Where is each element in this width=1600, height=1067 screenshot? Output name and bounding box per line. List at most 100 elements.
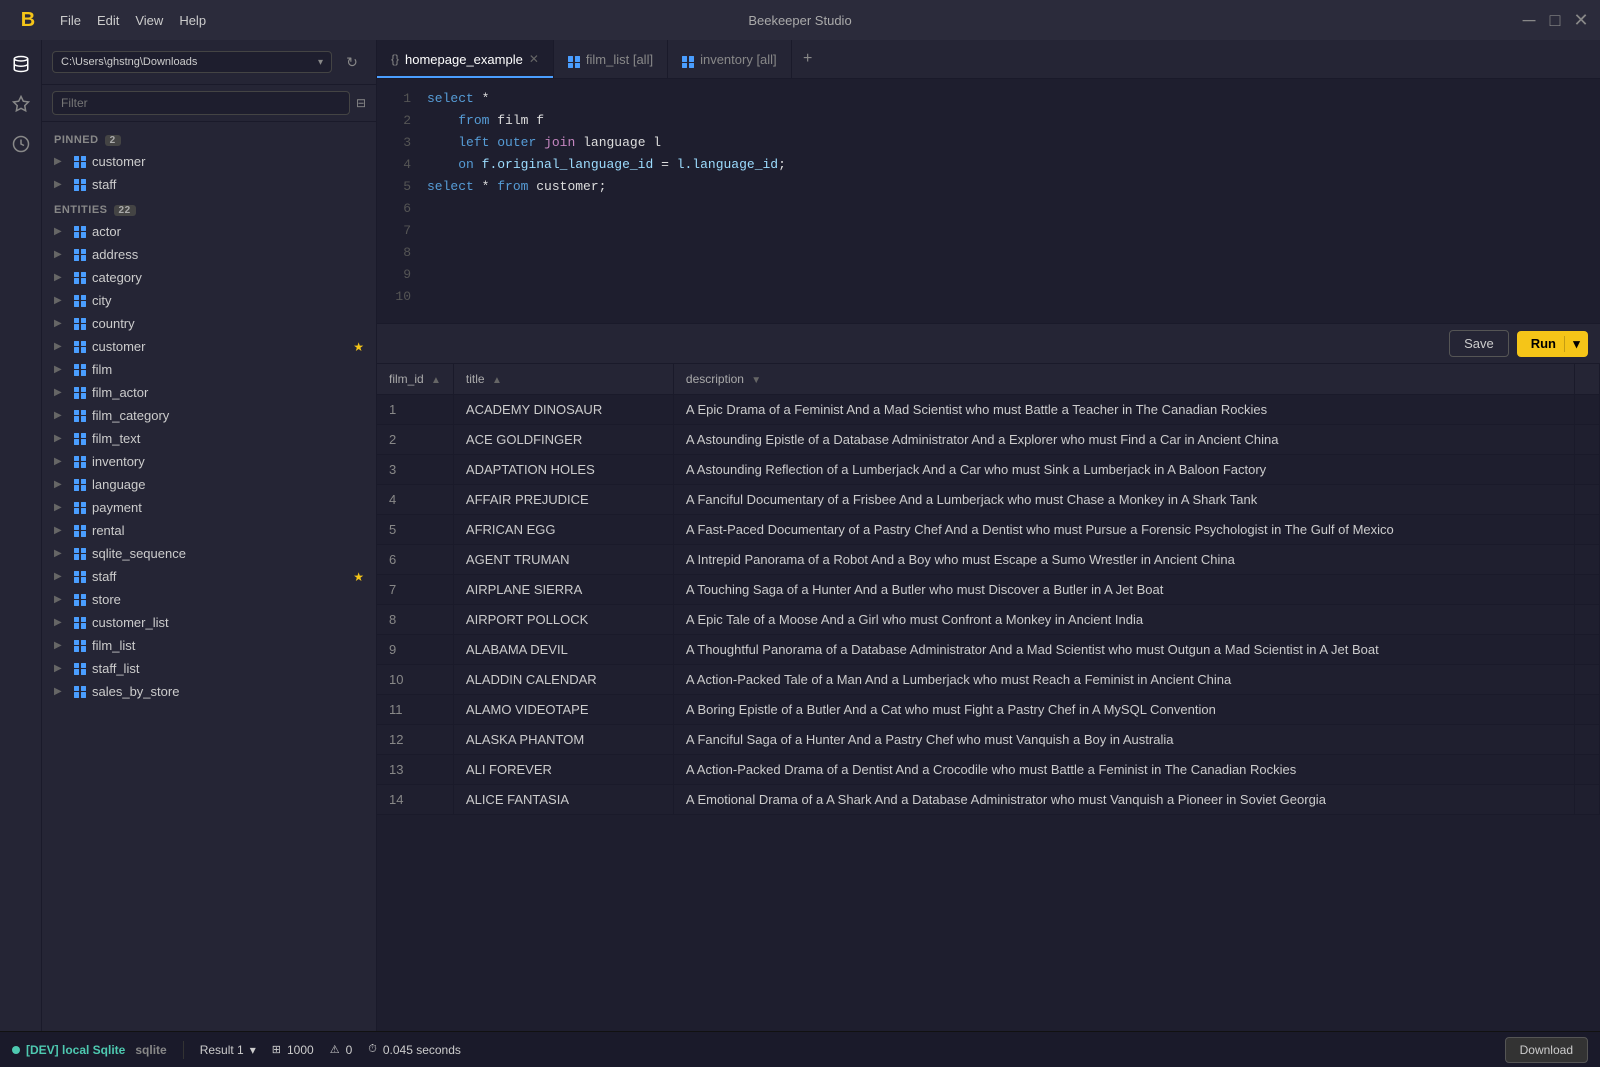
tab-homepage-example[interactable]: {} homepage_example ✕ <box>377 40 554 78</box>
row-spacer <box>1575 725 1600 755</box>
cell-title: ADAPTATION HOLES <box>453 455 673 485</box>
refresh-button[interactable]: ↻ <box>338 48 366 76</box>
nav-favorites-icon[interactable] <box>5 88 37 120</box>
entity-film[interactable]: ▶ film <box>42 358 376 381</box>
entity-category[interactable]: ▶ category <box>42 266 376 289</box>
minimize-button[interactable]: ─ <box>1522 13 1536 27</box>
table-icon <box>72 663 88 675</box>
entity-rental[interactable]: ▶ rental <box>42 519 376 542</box>
chevron-icon: ▶ <box>54 456 68 467</box>
code-line-10: 10 <box>377 289 1600 311</box>
chevron-icon: ▶ <box>54 571 68 582</box>
cell-film-id: 11 <box>377 695 453 725</box>
entity-language[interactable]: ▶ language <box>42 473 376 496</box>
entity-film-actor[interactable]: ▶ film_actor <box>42 381 376 404</box>
table-row[interactable]: 9 ALABAMA DEVIL A Thoughtful Panorama of… <box>377 635 1600 665</box>
table-row[interactable]: 8 AIRPORT POLLOCK A Epic Tale of a Moose… <box>377 605 1600 635</box>
table-row[interactable]: 3 ADAPTATION HOLES A Astounding Reflecti… <box>377 455 1600 485</box>
entity-staff-list[interactable]: ▶ staff_list <box>42 657 376 680</box>
table-row[interactable]: 4 AFFAIR PREJUDICE A Fanciful Documentar… <box>377 485 1600 515</box>
results-area[interactable]: film_id ▲ title ▲ description ▼ <box>377 364 1600 1031</box>
run-dropdown-arrow[interactable]: ▾ <box>1564 336 1588 352</box>
tab-label: film_list [all] <box>586 52 653 67</box>
table-icon <box>72 226 88 238</box>
connection-path[interactable]: C:\Users\ghstng\Downloads ▾ <box>52 51 332 73</box>
row-spacer <box>1575 515 1600 545</box>
table-row[interactable]: 5 AFRICAN EGG A Fast-Paced Documentary o… <box>377 515 1600 545</box>
col-header-film-id[interactable]: film_id ▲ <box>377 364 453 395</box>
nav-database-icon[interactable] <box>5 48 37 80</box>
entity-actor[interactable]: ▶ actor <box>42 220 376 243</box>
filter-input[interactable] <box>52 91 350 115</box>
menu-edit[interactable]: Edit <box>97 13 119 28</box>
table-row[interactable]: 6 AGENT TRUMAN A Intrepid Panorama of a … <box>377 545 1600 575</box>
entity-film-category[interactable]: ▶ film_category <box>42 404 376 427</box>
app-logo[interactable]: B <box>12 4 44 36</box>
col-header-title[interactable]: title ▲ <box>453 364 673 395</box>
maximize-button[interactable]: □ <box>1548 13 1562 27</box>
entity-inventory[interactable]: ▶ inventory <box>42 450 376 473</box>
cell-title: ALI FOREVER <box>453 755 673 785</box>
entity-staff[interactable]: ▶ staff ★ <box>42 565 376 588</box>
cell-description: A Fast-Paced Documentary of a Pastry Che… <box>673 515 1574 545</box>
table-row[interactable]: 2 ACE GOLDFINGER A Astounding Epistle of… <box>377 425 1600 455</box>
table-icon <box>72 479 88 491</box>
menu-help[interactable]: Help <box>179 13 206 28</box>
entity-sales-by-store[interactable]: ▶ sales_by_store <box>42 680 376 703</box>
entity-sqlite-sequence[interactable]: ▶ sqlite_sequence <box>42 542 376 565</box>
tab-film-list[interactable]: film_list [all] <box>554 40 668 78</box>
code-editor[interactable]: 1 select * 2 from film f 3 left outer jo… <box>377 79 1600 324</box>
chevron-icon: ▶ <box>54 249 68 260</box>
pinned-item-customer[interactable]: ▶ customer ✕ <box>42 150 376 173</box>
warning-count-value: 0 <box>346 1043 353 1057</box>
cell-description: A Boring Epistle of a Butler And a Cat w… <box>673 695 1574 725</box>
entity-store[interactable]: ▶ store <box>42 588 376 611</box>
entity-customer[interactable]: ▶ customer ★ <box>42 335 376 358</box>
table-row[interactable]: 11 ALAMO VIDEOTAPE A Boring Epistle of a… <box>377 695 1600 725</box>
table-row[interactable]: 12 ALASKA PHANTOM A Fanciful Saga of a H… <box>377 725 1600 755</box>
table-row[interactable]: 13 ALI FOREVER A Action-Packed Drama of … <box>377 755 1600 785</box>
close-button[interactable]: ✕ <box>1574 13 1588 27</box>
download-button[interactable]: Download <box>1505 1037 1588 1063</box>
row-spacer <box>1575 545 1600 575</box>
entity-city[interactable]: ▶ city <box>42 289 376 312</box>
save-button[interactable]: Save <box>1449 330 1509 357</box>
pinned-item-staff[interactable]: ▶ staff ✕ <box>42 173 376 196</box>
entity-payment[interactable]: ▶ payment <box>42 496 376 519</box>
run-label: Run <box>1531 336 1556 351</box>
tab-label: inventory [all] <box>700 52 777 67</box>
chevron-icon: ▶ <box>54 364 68 375</box>
add-tab-button[interactable]: + <box>792 40 824 78</box>
cell-film-id: 1 <box>377 395 453 425</box>
menu-file[interactable]: File <box>60 13 81 28</box>
scroll-spacer <box>1575 364 1600 395</box>
menu-view[interactable]: View <box>135 13 163 28</box>
row-spacer <box>1575 395 1600 425</box>
col-header-description[interactable]: description ▼ <box>673 364 1574 395</box>
entity-address[interactable]: ▶ address <box>42 243 376 266</box>
entity-film-list[interactable]: ▶ film_list <box>42 634 376 657</box>
table-row[interactable]: 1 ACADEMY DINOSAUR A Epic Drama of a Fem… <box>377 395 1600 425</box>
connection-name: [DEV] local Sqlite <box>26 1043 125 1057</box>
entity-country[interactable]: ▶ country <box>42 312 376 335</box>
filter-icon[interactable]: ⊟ <box>356 96 366 110</box>
table-row[interactable]: 14 ALICE FANTASIA A Emotional Drama of a… <box>377 785 1600 815</box>
nav-history-icon[interactable] <box>5 128 37 160</box>
table-row[interactable]: 7 AIRPLANE SIERRA A Touching Saga of a H… <box>377 575 1600 605</box>
cell-film-id: 7 <box>377 575 453 605</box>
run-button[interactable]: Run ▾ <box>1517 331 1588 357</box>
table-row[interactable]: 10 ALADDIN CALENDAR A Action-Packed Tale… <box>377 665 1600 695</box>
separator <box>183 1041 184 1059</box>
cell-description: A Epic Drama of a Feminist And a Mad Sci… <box>673 395 1574 425</box>
cell-title: ACADEMY DINOSAUR <box>453 395 673 425</box>
table-icon <box>72 364 88 376</box>
table-icon <box>72 502 88 514</box>
row-count-status: ⊞ 1000 <box>272 1043 314 1057</box>
close-tab-button[interactable]: ✕ <box>529 52 539 66</box>
row-spacer <box>1575 605 1600 635</box>
tab-inventory[interactable]: inventory [all] <box>668 40 792 78</box>
entity-customer-list[interactable]: ▶ customer_list <box>42 611 376 634</box>
entity-film-text[interactable]: ▶ film_text <box>42 427 376 450</box>
code-line-2: 2 from film f <box>377 113 1600 135</box>
result-tab-selector[interactable]: Result 1 ▾ <box>200 1043 256 1057</box>
